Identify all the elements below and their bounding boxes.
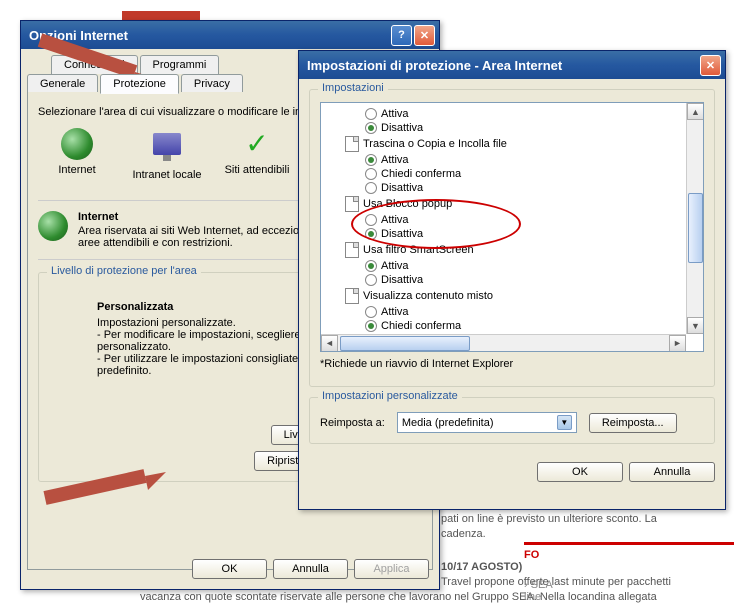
tree-option[interactable]: Attiva [365, 107, 699, 121]
bg-sea: line [524, 591, 734, 603]
tree-option[interactable]: Attiva [365, 153, 699, 167]
close-button[interactable]: ✕ [700, 55, 721, 76]
tree-label: Trascina o Copia e Incolla file [363, 138, 507, 150]
tree-label: Usa Blocco popup [363, 198, 452, 210]
tree-option[interactable]: Attiva [365, 213, 699, 227]
tree-option[interactable]: Disattiva [365, 273, 699, 287]
bg-sea[interactable]: › SEA [524, 579, 734, 591]
cancel-button[interactable]: Annulla [629, 462, 715, 482]
globe-icon [38, 211, 68, 241]
ok-button[interactable]: OK [192, 559, 267, 579]
bg-text: cadenza. [441, 528, 486, 540]
tab-privacy[interactable]: Privacy [181, 74, 243, 93]
restart-note: *Richiede un riavvio di Internet Explore… [320, 358, 704, 370]
radio-icon [365, 154, 377, 166]
page-icon [345, 288, 359, 304]
tree-option[interactable]: Disattiva [365, 121, 699, 135]
zone-trusted[interactable]: ✓ Siti attendibili [218, 128, 296, 188]
page-icon [345, 242, 359, 258]
vertical-scrollbar[interactable]: ▲ ▼ [686, 103, 703, 334]
tree-label: Attiva [381, 108, 409, 120]
tab-security[interactable]: Protezione [100, 74, 179, 94]
window-title: Impostazioni di protezione - Area Intern… [303, 58, 698, 73]
titlebar[interactable]: Opzioni Internet ? ✕ [21, 21, 439, 49]
monitor-icon [153, 133, 181, 155]
reset-level-select[interactable]: Media (predefinita) ▼ [397, 412, 577, 433]
tree-label: Disattiva [381, 228, 423, 240]
horizontal-scrollbar[interactable]: ◄ ► [321, 334, 686, 351]
settings-tree[interactable]: Attiva Disattiva Trascina o Copia e Incoll… [320, 102, 704, 352]
tab-programs[interactable]: Programmi [140, 55, 220, 74]
zone-intranet[interactable]: Intranet locale [128, 128, 206, 188]
tree-label: Disattiva [381, 182, 423, 194]
tree-option[interactable]: Attiva [365, 305, 699, 319]
radio-icon [365, 260, 377, 272]
check-icon: ✓ [241, 128, 273, 160]
tree-label: Disattiva [381, 274, 423, 286]
tree-option[interactable]: Disattiva [365, 227, 699, 241]
radio-icon [365, 122, 377, 134]
bg-fo: FO [524, 549, 539, 561]
tab-connections[interactable]: Connessioni [51, 55, 138, 74]
bg-text: pati on line è previsto un ulteriore sco… [441, 513, 657, 525]
tree-option[interactable]: Chiedi conferma [365, 319, 699, 333]
radio-icon [365, 214, 377, 226]
reset-button[interactable]: Reimposta... [589, 413, 677, 433]
radio-icon [365, 168, 377, 180]
apply-button[interactable]: Applica [354, 559, 429, 579]
window-title: Opzioni Internet [25, 28, 389, 43]
titlebar[interactable]: Impostazioni di protezione - Area Intern… [299, 51, 725, 79]
tree-label: Attiva [381, 306, 409, 318]
reset-to-label: Reimposta a: [320, 417, 385, 429]
tree-option[interactable]: Chiedi conferma [365, 167, 699, 181]
tree-label: Visualizza contenuto misto [363, 290, 493, 302]
tab-general[interactable]: Generale [27, 74, 98, 93]
tree-label: Usa filtro SmartScreen [363, 244, 474, 256]
tree-category: Usa Blocco popup [345, 195, 699, 213]
help-button[interactable]: ? [391, 25, 412, 46]
cancel-button[interactable]: Annulla [273, 559, 348, 579]
radio-icon [365, 306, 377, 318]
bg-date: 10/17 AGOSTO) [441, 561, 522, 573]
level-group-title: Livello di protezione per l'area [47, 265, 201, 277]
settings-group-title: Impostazioni [318, 82, 388, 94]
chevron-down-icon: ▼ [557, 415, 572, 430]
zone-internet[interactable]: Internet [38, 128, 116, 188]
tree-label: Attiva [381, 260, 409, 272]
page-icon [345, 196, 359, 212]
page-icon [345, 136, 359, 152]
radio-icon [365, 320, 377, 332]
tree-label: Attiva [381, 214, 409, 226]
radio-icon [365, 182, 377, 194]
tree-label: Disattiva [381, 122, 423, 134]
ok-button[interactable]: OK [537, 462, 623, 482]
globe-icon [61, 128, 93, 160]
close-button[interactable]: ✕ [414, 25, 435, 46]
tree-category: Trascina o Copia e Incolla file [345, 135, 699, 153]
custom-group-title: Impostazioni personalizzate [318, 390, 462, 402]
tree-category: Usa filtro SmartScreen [345, 241, 699, 259]
tree-label: Attiva [381, 154, 409, 166]
security-settings-window: Impostazioni di protezione - Area Intern… [298, 50, 726, 510]
tree-label: Chiedi conferma [381, 168, 461, 180]
radio-icon [365, 228, 377, 240]
tree-option[interactable]: Disattiva [365, 181, 699, 195]
radio-icon [365, 108, 377, 120]
radio-icon [365, 274, 377, 286]
tree-label: Chiedi conferma [381, 320, 461, 332]
tree-option[interactable]: Attiva [365, 259, 699, 273]
tree-category: Visualizza contenuto misto [345, 287, 699, 305]
